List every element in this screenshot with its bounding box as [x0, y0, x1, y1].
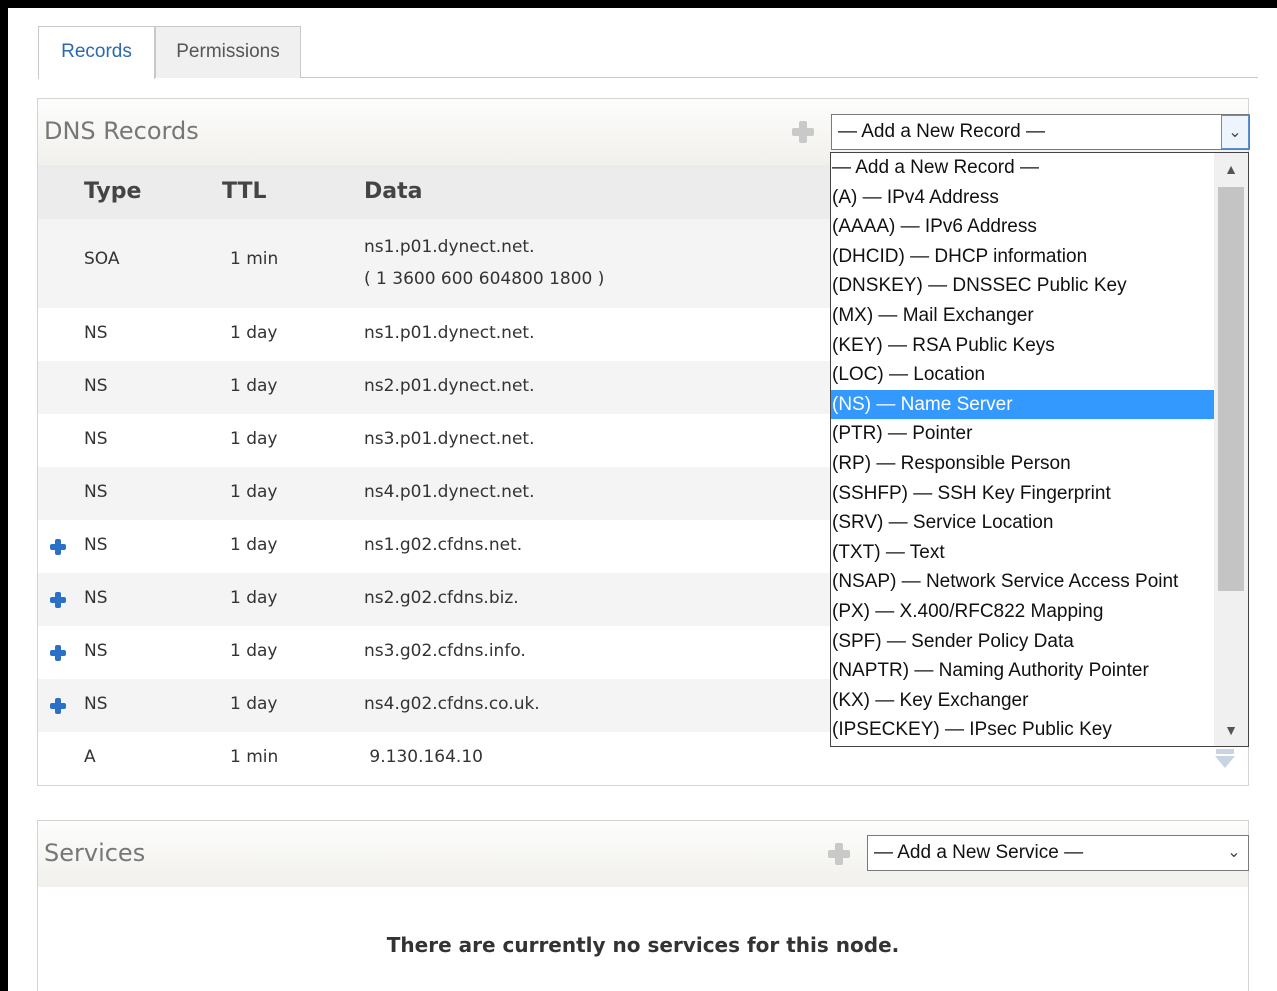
add-service-select[interactable]: — Add a New Service — ⌄ — [867, 835, 1249, 871]
record-type-option[interactable]: (SRV) — Service Location — [831, 508, 1214, 538]
tab-records[interactable]: Records — [38, 26, 155, 79]
options-scrollbar[interactable]: ▲ ▼ — [1214, 153, 1248, 746]
add-record-select-value: — Add a New Record — — [838, 121, 1045, 142]
record-type: NS — [84, 694, 108, 714]
record-marker-icon — [50, 539, 66, 555]
record-ttl: 1 day — [230, 323, 278, 343]
record-marker-icon — [50, 698, 66, 714]
add-record-plus-icon[interactable] — [792, 121, 814, 143]
record-type-option[interactable]: (KEY) — RSA Public Keys — [831, 331, 1214, 361]
record-type-option[interactable]: (LOC) — Location — [831, 360, 1214, 390]
record-type: NS — [84, 376, 108, 396]
record-ttl: 1 min — [230, 747, 279, 767]
record-type-option[interactable]: (NSAP) — Network Service Access Point — [831, 567, 1214, 597]
record-ttl: 1 day — [230, 535, 278, 555]
record-ttl: 1 day — [230, 694, 278, 714]
record-ttl: 1 day — [230, 429, 278, 449]
record-type: NS — [84, 323, 108, 343]
record-type-option[interactable]: (DNSKEY) — DNSSEC Public Key — [831, 271, 1214, 301]
record-data: ns1.g02.cfdns.net. — [364, 535, 523, 555]
record-type: NS — [84, 588, 108, 608]
record-type-option[interactable]: (PTR) — Pointer — [831, 419, 1214, 449]
add-service-select-value: — Add a New Service — — [874, 842, 1084, 863]
record-ttl: 1 min — [230, 249, 279, 269]
record-data: 9.130.164.10 — [364, 747, 483, 767]
record-data: ns3.p01.dynect.net. — [364, 429, 535, 449]
record-type-option[interactable]: (SSHFP) — SSH Key Fingerprint — [831, 479, 1214, 509]
record-type: SOA — [84, 249, 120, 269]
record-ttl: 1 day — [230, 482, 278, 502]
move-down-arrow-icon[interactable] — [1214, 747, 1236, 769]
record-type-option[interactable]: (DHCID) — DHCP information — [831, 242, 1214, 272]
column-header-data[interactable]: Data — [364, 179, 422, 204]
tab-bar: Records Permissions — [38, 26, 1258, 79]
record-ttl: 1 day — [230, 376, 278, 396]
dns-panel-title: DNS Records — [44, 117, 199, 145]
record-type: NS — [84, 482, 108, 502]
record-type-option[interactable]: (SPF) — Sender Policy Data — [831, 627, 1214, 657]
chevron-up-icon[interactable]: ▲ — [1214, 153, 1248, 185]
record-type-option[interactable]: (RP) — Responsible Person — [831, 449, 1214, 479]
record-type: NS — [84, 535, 108, 555]
services-empty-message: There are currently no services for this… — [386, 933, 900, 957]
record-type-option[interactable]: (AAAA) — IPv6 Address — [831, 212, 1214, 242]
record-data-line: ns1.p01.dynect.net. — [364, 237, 535, 257]
record-type-option[interactable]: (IPSECKEY) — IPsec Public Key — [831, 715, 1214, 745]
record-type: NS — [84, 429, 108, 449]
scrollbar-thumb[interactable] — [1218, 187, 1244, 591]
add-record-options-list[interactable]: — Add a New Record — (A) — IPv4 Address (A… — [830, 152, 1249, 747]
record-marker-icon — [50, 645, 66, 661]
chevron-down-icon[interactable]: ⌄ — [1220, 836, 1248, 870]
record-type-option[interactable]: (NS) — Name Server — [831, 389, 1214, 420]
record-ttl: 1 day — [230, 588, 278, 608]
record-type: A — [84, 747, 96, 767]
chevron-down-icon[interactable]: ⌄ — [1221, 115, 1249, 149]
record-type-option[interactable]: (NAPTR) — Naming Authority Pointer — [831, 656, 1214, 686]
record-type-option[interactable]: (PX) — X.400/RFC822 Mapping — [831, 597, 1214, 627]
services-panel-header: Services — Add a New Service — ⌄ — [38, 821, 1249, 887]
add-service-plus-icon[interactable] — [828, 843, 850, 865]
record-data: ns4.g02.cfdns.co.uk. — [364, 694, 540, 714]
record-data: ns2.p01.dynect.net. — [364, 376, 535, 396]
record-data-line: ( 1 3600 600 604800 1800 ) — [364, 269, 605, 289]
record-type-option[interactable]: (KX) — Key Exchanger — [831, 686, 1214, 716]
record-data: ns1.p01.dynect.net. — [364, 323, 535, 343]
record-type-option[interactable]: (A) — IPv4 Address — [831, 183, 1214, 213]
services-panel-title: Services — [44, 839, 146, 867]
column-header-type[interactable]: Type — [84, 179, 141, 204]
record-type-option[interactable]: (TXT) — Text — [831, 538, 1214, 568]
chevron-down-icon[interactable]: ▼ — [1214, 714, 1248, 746]
record-marker-icon — [50, 592, 66, 608]
services-panel: Services — Add a New Service — ⌄ There a… — [37, 820, 1249, 991]
column-header-ttl[interactable]: TTL — [222, 179, 267, 204]
add-record-select[interactable]: — Add a New Record — ⌄ — [831, 114, 1250, 150]
record-type-option[interactable]: (MX) — Mail Exchanger — [831, 301, 1214, 331]
record-data: ns2.g02.cfdns.biz. — [364, 588, 519, 608]
record-type: NS — [84, 641, 108, 661]
tab-permissions[interactable]: Permissions — [155, 26, 301, 78]
record-data: ns1.p01.dynect.net. ( 1 3600 600 604800 1… — [364, 231, 604, 295]
record-data: ns4.p01.dynect.net. — [364, 482, 535, 502]
record-ttl: 1 day — [230, 641, 278, 661]
record-type-option[interactable]: — Add a New Record — — [831, 153, 1214, 183]
record-data: ns3.g02.cfdns.info. — [364, 641, 526, 661]
